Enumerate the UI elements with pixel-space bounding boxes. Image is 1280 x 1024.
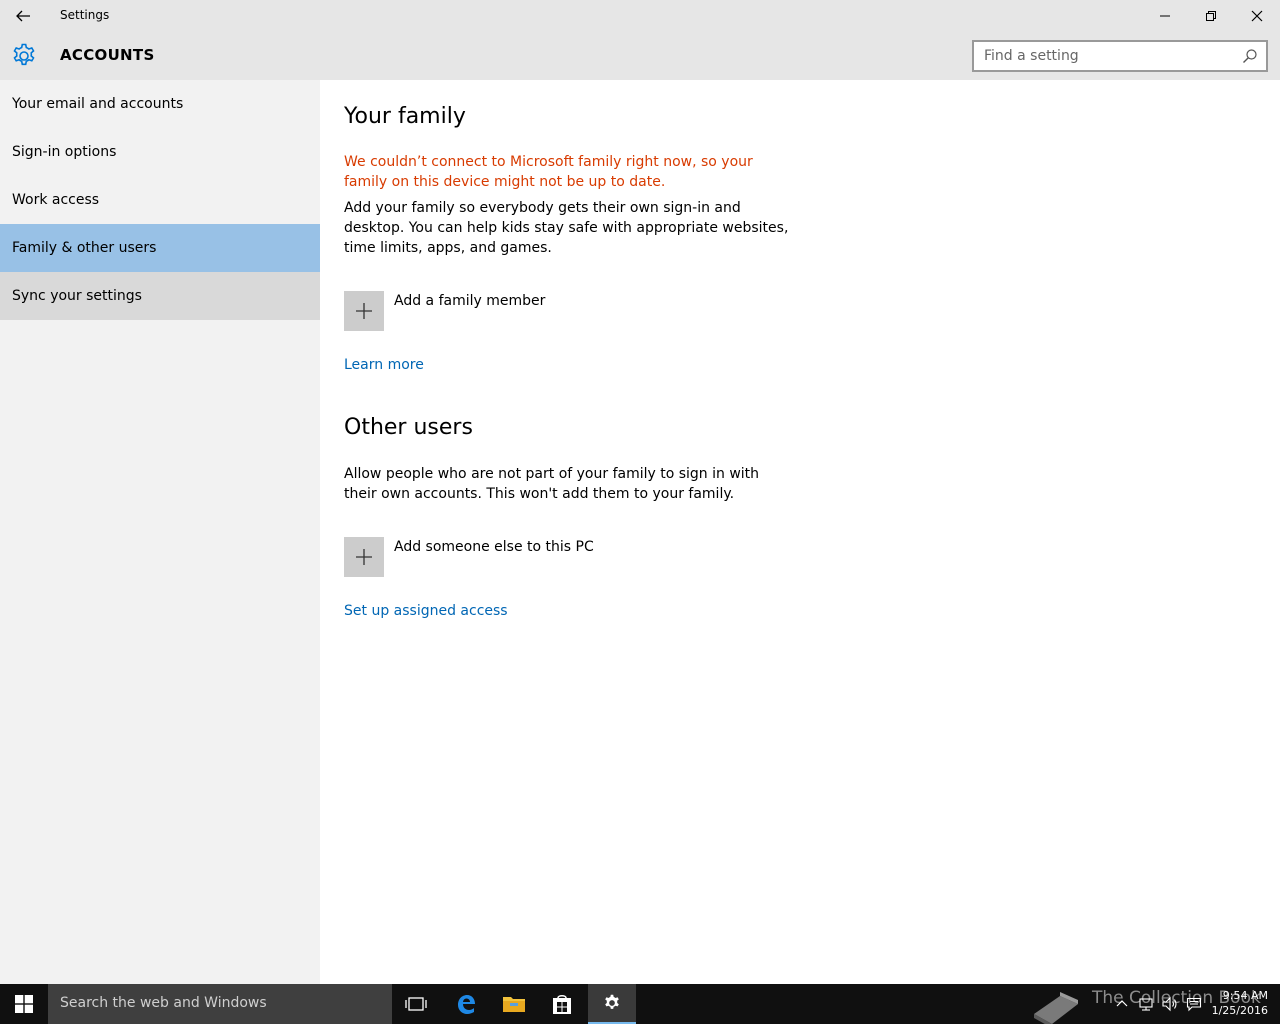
close-icon xyxy=(1251,10,1263,22)
add-someone-else-label: Add someone else to this PC xyxy=(394,539,594,555)
family-description: Add your family so everybody gets their … xyxy=(344,200,789,256)
edge-taskbar-button[interactable] xyxy=(442,984,490,1024)
edge-icon xyxy=(458,995,475,1014)
taskbar-search-placeholder: Search the web and Windows xyxy=(60,995,267,1011)
add-someone-else-button[interactable]: Add someone else to this PC xyxy=(344,537,594,577)
window-title: Settings xyxy=(60,8,110,22)
book-icon xyxy=(1034,992,1078,1024)
file-explorer-icon xyxy=(503,997,525,1012)
taskbar: Search the web and Windows The Collectio… xyxy=(0,984,1280,1024)
start-button[interactable] xyxy=(0,984,48,1024)
family-connection-warning: We couldn’t connect to Microsoft family … xyxy=(344,154,753,190)
sidebar-item-label: Sign-in options xyxy=(12,144,117,160)
assigned-access-link[interactable]: Set up assigned access xyxy=(344,603,508,619)
settings-header: ACCOUNTS xyxy=(0,32,1280,80)
other-users-heading: Other users xyxy=(344,415,473,440)
windows-logo-icon xyxy=(15,995,33,1013)
sidebar-item-email-accounts[interactable]: Your email and accounts xyxy=(0,80,320,128)
minimize-button[interactable] xyxy=(1142,0,1188,32)
section-title: ACCOUNTS xyxy=(60,46,155,64)
settings-icon xyxy=(605,994,619,1009)
sidebar-item-sign-in-options[interactable]: Sign-in options xyxy=(0,128,320,176)
add-family-member-button[interactable]: Add a family member xyxy=(344,291,545,331)
clock-time: 9:54 AM xyxy=(1222,989,1268,1002)
network-icon[interactable] xyxy=(1138,996,1154,1012)
restore-icon xyxy=(1206,11,1216,21)
search-icon[interactable] xyxy=(1242,48,1258,64)
action-center-icon[interactable] xyxy=(1186,996,1202,1012)
sidebar-item-family-other-users[interactable]: Family & other users xyxy=(0,224,320,272)
title-bar: Settings xyxy=(0,0,1280,32)
sidebar-item-sync-settings[interactable]: Sync your settings xyxy=(0,272,320,320)
back-button[interactable] xyxy=(0,0,46,32)
restore-button[interactable] xyxy=(1188,0,1234,32)
minimize-icon xyxy=(1160,15,1170,17)
close-button[interactable] xyxy=(1234,0,1280,32)
gear-icon xyxy=(13,43,35,66)
store-icon xyxy=(553,995,571,1014)
add-family-member-plus xyxy=(344,291,384,331)
taskbar-search-box[interactable]: Search the web and Windows xyxy=(48,984,392,1024)
plus-icon xyxy=(356,549,372,565)
sidebar-item-label: Sync your settings xyxy=(12,288,142,304)
search-input[interactable] xyxy=(974,42,1234,70)
sidebar-item-label: Work access xyxy=(12,192,100,208)
sidebar-item-label: Family & other users xyxy=(12,240,157,256)
chevron-up-icon[interactable] xyxy=(1114,996,1130,1012)
plus-icon xyxy=(356,303,372,319)
task-view-button[interactable] xyxy=(392,984,440,1024)
sidebar-item-label: Your email and accounts xyxy=(12,96,184,112)
task-view-icon xyxy=(405,997,427,1011)
learn-more-link[interactable]: Learn more xyxy=(344,357,424,373)
clock[interactable]: 9:54 AM 1/25/2016 xyxy=(1212,988,1268,1018)
clock-date: 1/25/2016 xyxy=(1211,1004,1268,1017)
add-family-member-label: Add a family member xyxy=(394,293,546,309)
sidebar-item-work-access[interactable]: Work access xyxy=(0,176,320,224)
other-users-description: Allow people who are not part of your fa… xyxy=(344,466,760,502)
sidebar: Your email and accounts Sign-in options … xyxy=(0,80,320,984)
file-explorer-taskbar-button[interactable] xyxy=(490,984,538,1024)
store-taskbar-button[interactable] xyxy=(538,984,586,1024)
family-heading: Your family xyxy=(344,104,466,129)
add-someone-else-plus xyxy=(344,537,384,577)
back-arrow-icon xyxy=(16,10,30,22)
find-setting-search[interactable] xyxy=(972,40,1268,72)
volume-icon[interactable] xyxy=(1162,996,1178,1012)
settings-taskbar-button[interactable] xyxy=(588,984,636,1024)
